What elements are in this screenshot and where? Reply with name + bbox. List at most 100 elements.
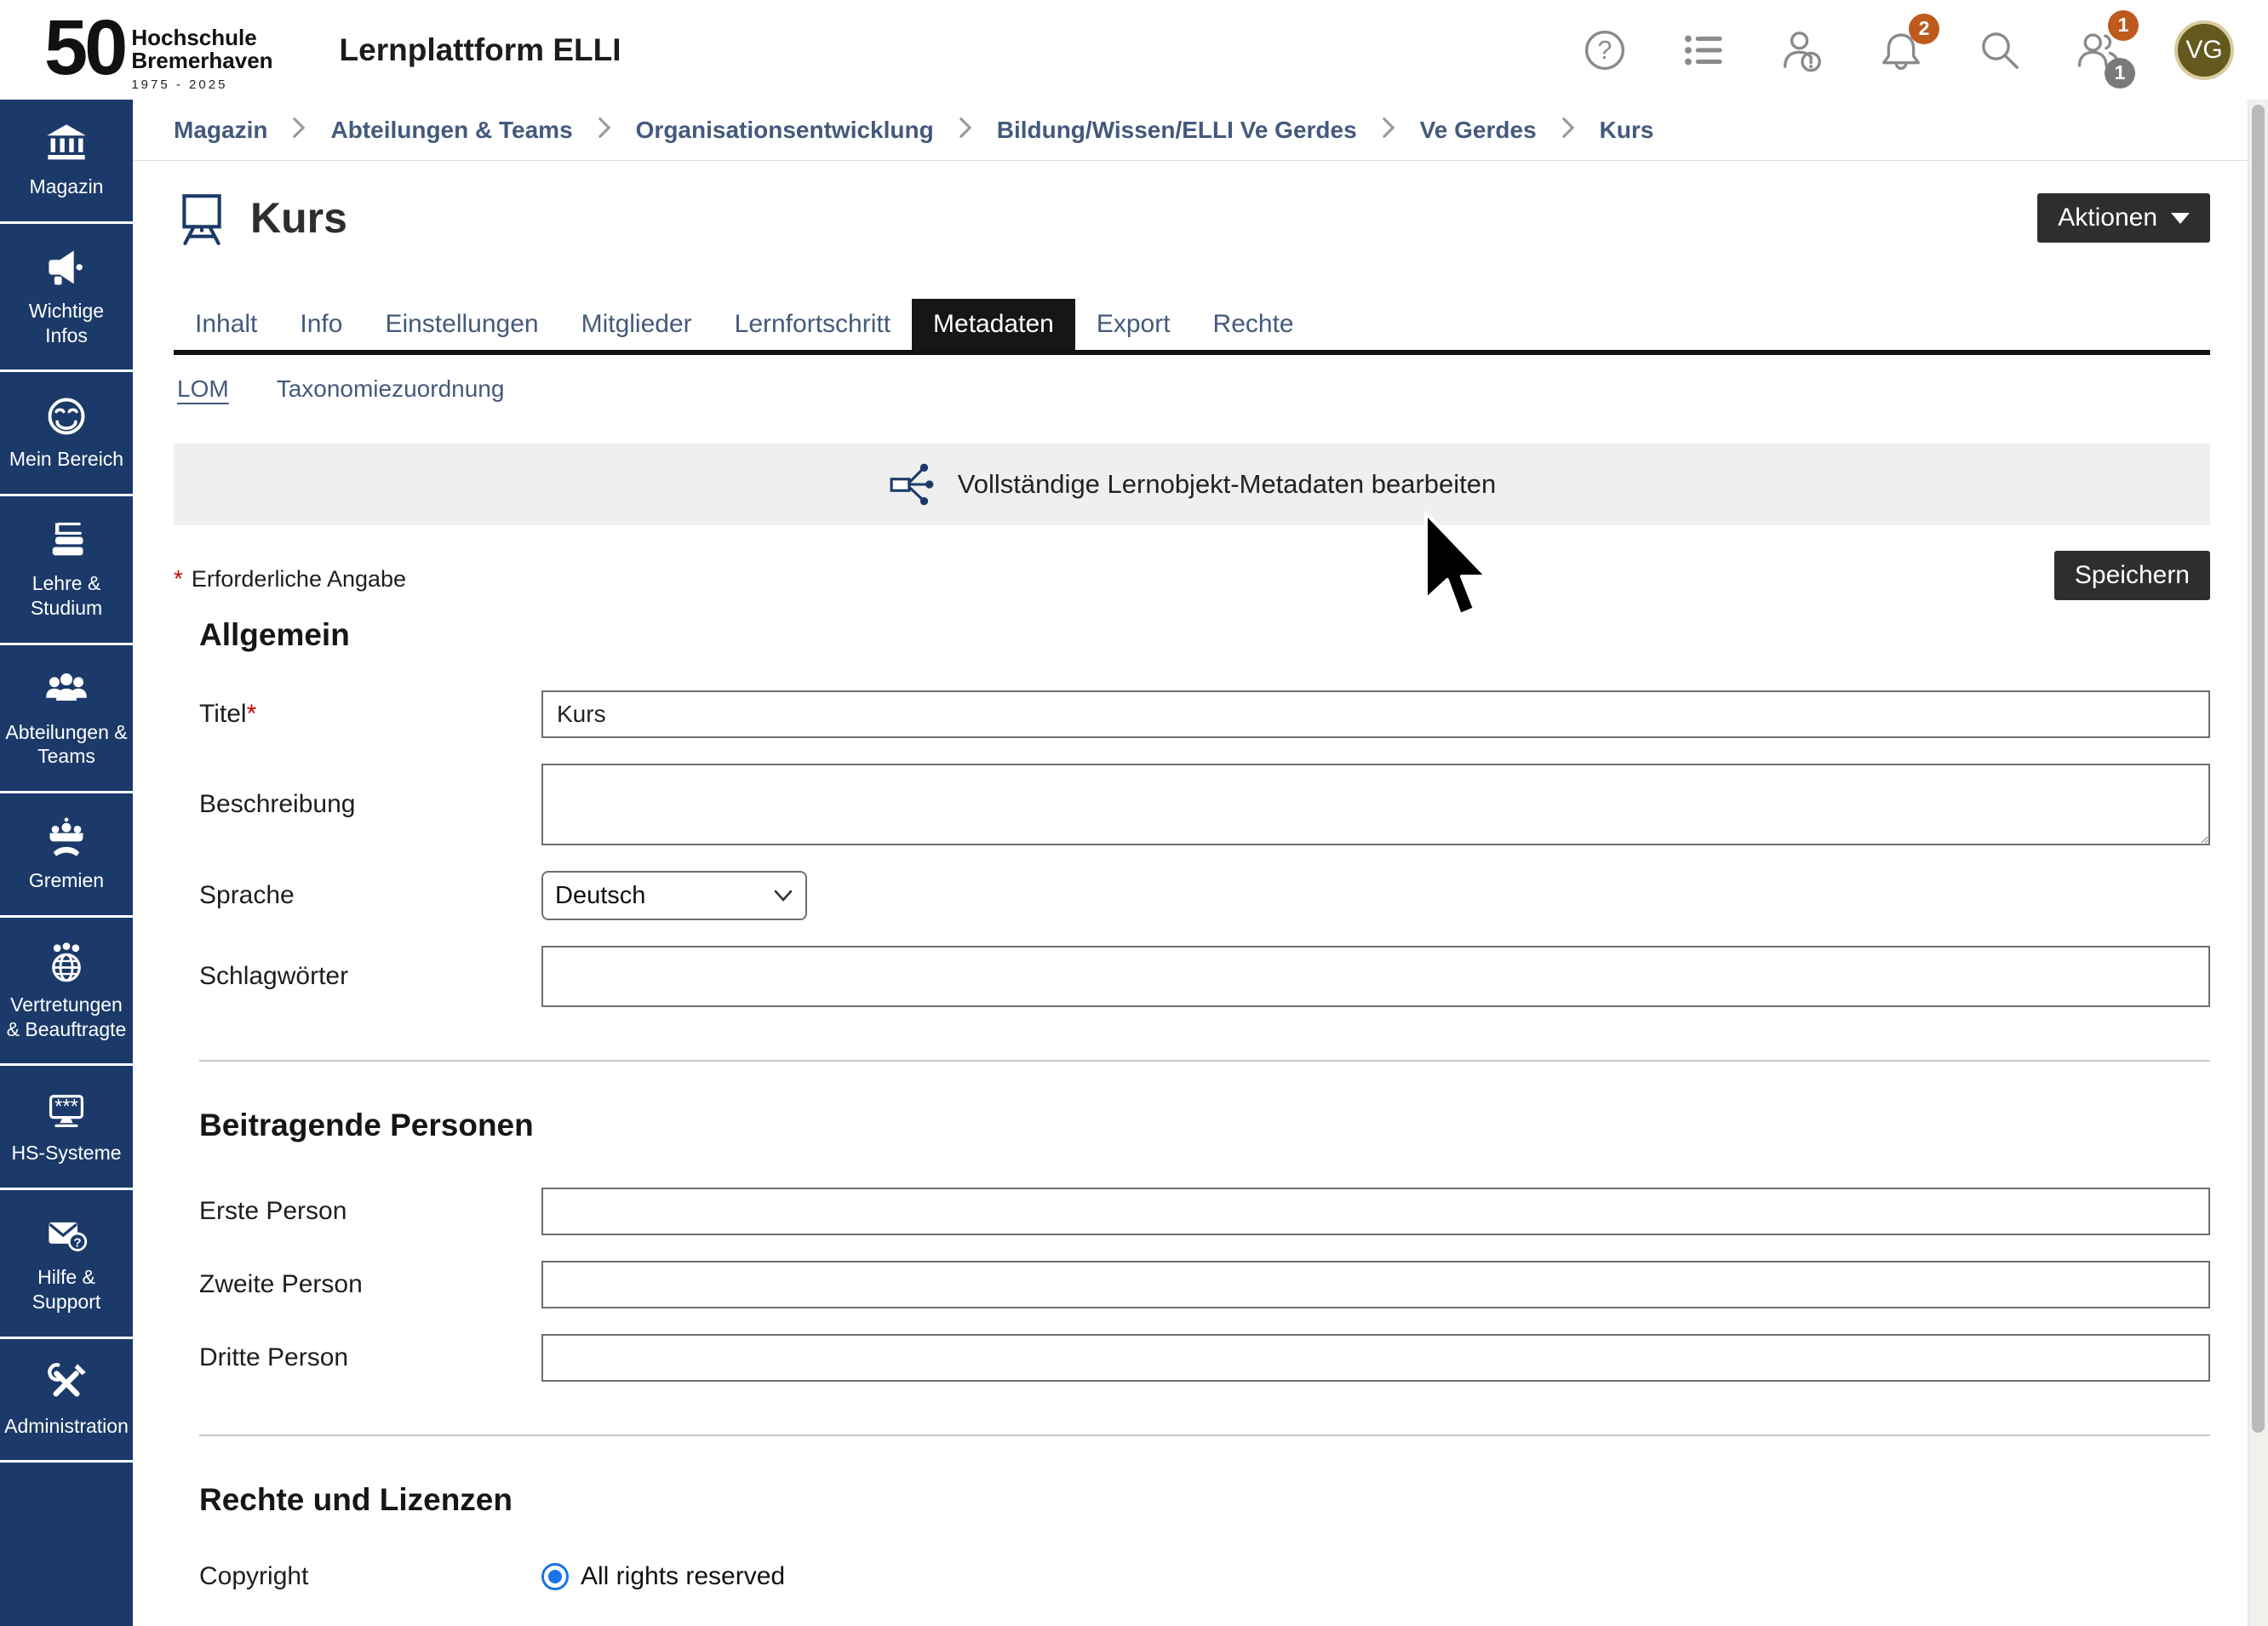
- books-icon: [44, 518, 89, 563]
- actions-button[interactable]: Aktionen: [2037, 193, 2210, 243]
- sprache-label: Sprache: [199, 881, 541, 910]
- contacts-icon[interactable]: 1 1: [2076, 27, 2122, 73]
- breadcrumb-item[interactable]: Ve Gerdes: [1420, 117, 1537, 144]
- beschreibung-textarea[interactable]: [541, 764, 2210, 845]
- tab-rechte[interactable]: Rechte: [1192, 299, 1315, 350]
- sidebar-item-gremien[interactable]: Gremien: [0, 793, 133, 918]
- subtab-lom[interactable]: LOM: [177, 375, 229, 403]
- tab-export[interactable]: Export: [1075, 299, 1192, 350]
- contacts-badge-new: 1: [2108, 10, 2139, 41]
- vertical-scrollbar-thumb[interactable]: [2252, 105, 2265, 1433]
- form-row-dritte-person: Dritte Person: [174, 1334, 2210, 1382]
- sidebar-item-label: Magazin: [30, 175, 104, 199]
- sidebar-item-abteilungen-teams[interactable]: Abteilungen & Teams: [0, 645, 133, 794]
- zweite-person-input[interactable]: [541, 1261, 2210, 1308]
- sidebar-item-label: Hilfe & Support: [5, 1265, 128, 1314]
- zweite-person-label: Zweite Person: [199, 1270, 541, 1299]
- chevron-right-icon: [1561, 117, 1576, 143]
- help-icon[interactable]: ?: [1582, 27, 1628, 73]
- required-row: * Erforderliche Angabe Speichern: [174, 552, 2210, 605]
- form-row-schlagwoerter: Schlagwörter: [174, 946, 2210, 1007]
- erste-person-input[interactable]: [541, 1188, 2210, 1235]
- logo-line1: Hochschule: [131, 26, 272, 49]
- contacts-badge-total: 1: [2105, 58, 2135, 89]
- chevron-right-icon: [597, 117, 612, 143]
- copyright-radio-row: All rights reserved: [541, 1562, 2210, 1591]
- course-easel-icon: [174, 190, 230, 246]
- committee-icon: [44, 816, 89, 860]
- breadcrumb-item[interactable]: Kurs: [1600, 117, 1654, 144]
- dritte-person-label: Dritte Person: [199, 1343, 541, 1372]
- top-header: 50 Hochschule Bremerhaven 1975 - 2025 Le…: [0, 0, 2268, 100]
- breadcrumb-item[interactable]: Bildung/Wissen/ELLI Ve Gerdes: [997, 117, 1357, 144]
- monitor-icon: ***: [44, 1088, 89, 1132]
- smiley-icon: [44, 394, 89, 438]
- tab-lernfortschritt[interactable]: Lernfortschritt: [713, 299, 912, 350]
- sidebar-item-lehre-studium[interactable]: Lehre & Studium: [0, 496, 133, 645]
- logo-line2: Bremerhaven: [131, 49, 272, 72]
- tab-metadaten[interactable]: Metadaten: [912, 299, 1075, 350]
- sidebar-item-label: Gremien: [29, 868, 104, 893]
- subtab-taxonomiezuordnung[interactable]: Taxonomiezuordnung: [277, 375, 505, 403]
- copyright-radio[interactable]: [541, 1563, 569, 1590]
- screen: 50 Hochschule Bremerhaven 1975 - 2025 Le…: [0, 0, 2268, 1626]
- sidebar-item-wichtige-infos[interactable]: Wichtige Infos: [0, 224, 133, 373]
- breadcrumb-item[interactable]: Abteilungen & Teams: [330, 117, 572, 144]
- breadcrumb-item[interactable]: Organisationsentwicklung: [636, 117, 934, 144]
- section-heading-beitragende: Beitragende Personen: [199, 1108, 2210, 1143]
- edit-full-metadata-banner[interactable]: Vollständige Lernobjekt-Metadaten bearbe…: [174, 444, 2210, 525]
- sidebar-item-label: Abteilungen & Teams: [5, 720, 128, 770]
- sidebar-item-hs-systeme[interactable]: *** HS-Systeme: [0, 1066, 133, 1190]
- breadcrumb-item[interactable]: Magazin: [174, 117, 267, 144]
- save-button[interactable]: Speichern: [2054, 551, 2210, 600]
- sidebar-item-administration[interactable]: Administration: [0, 1339, 133, 1463]
- section-divider: [199, 1434, 2210, 1436]
- page-title-row: Kurs Aktionen: [174, 190, 2210, 246]
- schlagwoerter-input[interactable]: [541, 946, 2210, 1007]
- sidebar: Magazin Wichtige Infos Mein Bereich: [0, 100, 133, 1626]
- tab-mitglieder[interactable]: Mitglieder: [560, 299, 713, 350]
- sidebar-item-magazin[interactable]: Magazin: [0, 100, 133, 224]
- erste-person-label: Erste Person: [199, 1197, 541, 1226]
- vertical-scrollbar-track[interactable]: [2248, 100, 2268, 1626]
- search-icon[interactable]: [1977, 27, 2023, 73]
- bank-icon: [44, 122, 89, 166]
- schlagwoerter-label: Schlagwörter: [199, 962, 541, 991]
- form-row-erste-person: Erste Person: [174, 1188, 2210, 1235]
- sidebar-item-label: Lehre & Studium: [5, 571, 128, 621]
- megaphone-icon: [44, 246, 89, 290]
- main-area: Magazin Abteilungen & Teams Organisation…: [133, 100, 2248, 1626]
- avatar[interactable]: VG: [2174, 20, 2234, 80]
- page-title: Kurs: [250, 193, 347, 243]
- copyright-label: Copyright: [199, 1562, 541, 1591]
- subtab-bar: LOM Taxonomiezuordnung: [174, 375, 2210, 403]
- form-row-titel: Titel*: [174, 690, 2210, 738]
- dritte-person-input[interactable]: [541, 1334, 2210, 1382]
- user-alert-icon[interactable]: [1779, 27, 1825, 73]
- svg-text:***: ***: [54, 1096, 78, 1119]
- sprache-select[interactable]: Deutsch: [541, 871, 807, 920]
- titel-input[interactable]: [541, 690, 2210, 738]
- sidebar-item-mein-bereich[interactable]: Mein Bereich: [0, 372, 133, 496]
- chevron-right-icon: [291, 117, 306, 143]
- mail-question-icon: ?: [44, 1212, 89, 1257]
- sidebar-item-vertretungen-beauftragte[interactable]: Vertretungen & Beauftragte: [0, 918, 133, 1067]
- tab-einstellungen[interactable]: Einstellungen: [364, 299, 559, 350]
- tab-info[interactable]: Info: [278, 299, 364, 350]
- sidebar-item-label: Wichtige Infos: [5, 299, 128, 348]
- sidebar-item-hilfe-support[interactable]: ? Hilfe & Support: [0, 1190, 133, 1339]
- titel-label: Titel*: [199, 700, 541, 729]
- caret-down-icon: [2171, 213, 2190, 224]
- form-row-copyright: Copyright All rights reserved: [174, 1562, 2210, 1591]
- task-list-icon[interactable]: [1681, 27, 1727, 73]
- sidebar-item-label: Vertretungen & Beauftragte: [5, 993, 128, 1042]
- university-logo: 50 Hochschule Bremerhaven 1975 - 2025: [44, 13, 273, 93]
- header-icons: ?: [1582, 20, 2268, 80]
- logo-years: 1975 - 2025: [131, 77, 272, 92]
- chevron-right-icon: [1381, 117, 1396, 143]
- notifications-icon[interactable]: 2: [1878, 27, 1924, 73]
- contributors-section: Erste Person Zweite Person Dritte Person: [174, 1188, 2210, 1382]
- required-note: Erforderliche Angabe: [192, 566, 406, 593]
- chevron-right-icon: [958, 117, 973, 143]
- tab-inhalt[interactable]: Inhalt: [174, 299, 278, 350]
